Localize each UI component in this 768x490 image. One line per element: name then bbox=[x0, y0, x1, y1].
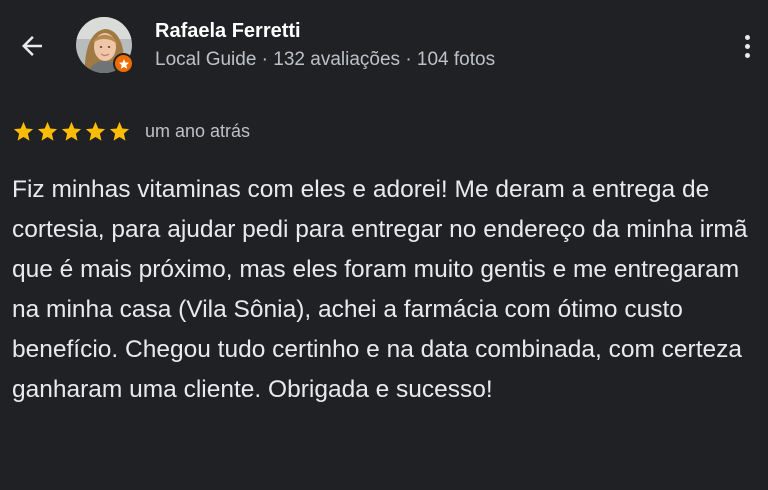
rating-row: um ano atrás bbox=[12, 118, 250, 144]
reviewer-avatar-button[interactable] bbox=[76, 17, 134, 74]
star-icon bbox=[61, 121, 82, 141]
star-rating bbox=[12, 120, 131, 143]
star-icon bbox=[85, 121, 106, 141]
local-guide-badge bbox=[113, 53, 134, 74]
more-vertical-icon bbox=[744, 34, 750, 40]
review-header: Rafaela Ferretti Local Guide · 132 avali… bbox=[0, 0, 768, 96]
local-guide-star-icon bbox=[118, 58, 129, 69]
review-time: um ano atrás bbox=[145, 120, 251, 141]
more-options-button[interactable] bbox=[733, 28, 761, 64]
reviewer-name[interactable]: Rafaela Ferretti bbox=[155, 20, 301, 43]
arrow-left-icon bbox=[22, 36, 42, 56]
back-button[interactable] bbox=[14, 28, 50, 64]
star-icon bbox=[109, 121, 130, 141]
star-icon bbox=[13, 121, 34, 141]
review-text: Fiz minhas vitaminas com eles e adorei! … bbox=[12, 176, 748, 403]
reviewer-meta: Local Guide · 132 avaliações · 104 fotos bbox=[155, 49, 496, 70]
star-icon bbox=[37, 121, 58, 141]
